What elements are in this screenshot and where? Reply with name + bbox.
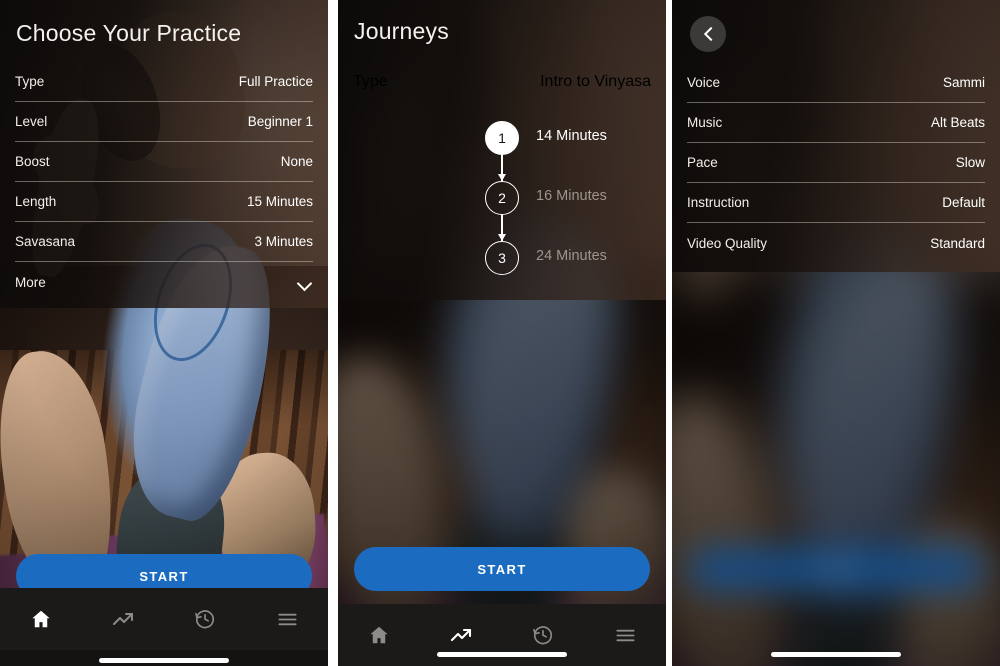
row-value: Default [942, 195, 985, 210]
step-duration: 24 Minutes [536, 248, 607, 264]
start-button[interactable]: START [354, 547, 650, 591]
row-video-quality[interactable]: Video Quality Standard [687, 223, 985, 263]
row-label: Voice [687, 75, 721, 90]
chevron-left-icon [702, 28, 714, 40]
row-label: More [15, 274, 46, 290]
panel-practice-options: START Voice Sammi Music Alt Beats Pace S… [672, 0, 1000, 666]
row-value: 15 Minutes [246, 194, 313, 209]
screenshot-stage: Choose Your Practice Type Full Practice … [0, 0, 1000, 666]
row-label: Length [15, 194, 57, 209]
row-label: Music [687, 115, 723, 130]
step-duration: 16 Minutes [536, 188, 607, 204]
tab-home[interactable] [338, 604, 420, 666]
row-music[interactable]: Music Alt Beats [687, 103, 985, 143]
practice-options-list: Voice Sammi Music Alt Beats Pace Slow In… [687, 63, 985, 263]
journey-step-2[interactable]: 2 16 Minutes [338, 181, 666, 241]
row-label: Pace [687, 155, 718, 170]
row-label: Level [15, 114, 48, 129]
row-value: Alt Beats [930, 115, 985, 130]
panel-choose-your-practice: Choose Your Practice Type Full Practice … [0, 0, 328, 666]
step-number-badge: 3 [485, 241, 519, 275]
journey-step-1[interactable]: 1 14 Minutes [338, 121, 666, 181]
tab-home[interactable] [0, 588, 82, 650]
trending-up-icon [449, 623, 473, 647]
row-label: Type [15, 74, 45, 89]
home-indicator [99, 658, 229, 663]
row-label: Savasana [15, 234, 76, 249]
row-boost[interactable]: Boost None [15, 142, 313, 182]
row-length[interactable]: Length 15 Minutes [15, 182, 313, 222]
home-icon [30, 608, 52, 630]
row-instruction[interactable]: Instruction Default [687, 183, 985, 223]
journey-steps: 1 14 Minutes 2 16 Minutes 3 24 Minutes [338, 121, 666, 301]
row-label: Instruction [687, 195, 750, 210]
history-icon [532, 624, 554, 646]
tab-menu[interactable] [246, 588, 328, 650]
history-icon [194, 608, 216, 630]
row-pace[interactable]: Pace Slow [687, 143, 985, 183]
tab-progress[interactable] [82, 588, 164, 650]
row-value: Slow [955, 155, 985, 170]
page-title: Choose Your Practice [16, 20, 242, 46]
page-title: Journeys [354, 18, 449, 44]
home-indicator [771, 652, 901, 657]
row-value: 3 Minutes [254, 234, 313, 249]
row-value: Sammi [942, 75, 985, 90]
chevron-down-icon[interactable] [298, 275, 313, 290]
journey-step-3[interactable]: 3 24 Minutes [338, 241, 666, 301]
panel-gap [328, 0, 338, 666]
row-label: Type [353, 73, 388, 90]
row-level[interactable]: Level Beginner 1 [15, 102, 313, 142]
row-voice[interactable]: Voice Sammi [687, 63, 985, 103]
journey-type-list: Type Intro to Vinyasa [353, 62, 651, 102]
row-value: None [280, 154, 313, 169]
step-connector-arrow [498, 155, 505, 181]
step-duration: 14 Minutes [536, 128, 607, 144]
start-button-label: START [139, 568, 189, 584]
back-button[interactable] [690, 16, 726, 52]
start-button-label: START [477, 561, 527, 577]
panel-gap [666, 0, 672, 666]
step-connector-arrow [498, 215, 505, 241]
start-button-label: START [811, 561, 861, 577]
row-type[interactable]: Type Intro to Vinyasa [353, 62, 651, 102]
practice-settings-list: Type Full Practice Level Beginner 1 Boos… [15, 62, 313, 302]
trending-up-icon [111, 607, 135, 631]
row-value: Beginner 1 [247, 114, 313, 129]
step-number-badge: 1 [485, 121, 519, 155]
bottom-tab-bar [0, 588, 328, 650]
row-value: Standard [930, 235, 985, 251]
menu-icon [276, 608, 299, 631]
home-icon [368, 624, 390, 646]
tab-menu[interactable] [584, 604, 666, 666]
row-savasana[interactable]: Savasana 3 Minutes [15, 222, 313, 262]
tab-history[interactable] [164, 588, 246, 650]
row-value: Full Practice [238, 74, 313, 89]
home-indicator [437, 652, 567, 657]
panel-journeys: Journeys Type Intro to Vinyasa 1 14 Minu… [338, 0, 666, 666]
start-button-blurred: START [688, 547, 984, 591]
row-label: Video Quality [687, 235, 768, 251]
row-type[interactable]: Type Full Practice [15, 62, 313, 102]
step-number-badge: 2 [485, 181, 519, 215]
row-more[interactable]: More [15, 262, 313, 302]
row-label: Boost [15, 154, 50, 169]
menu-icon [614, 624, 637, 647]
row-value: Intro to Vinyasa [540, 73, 651, 90]
